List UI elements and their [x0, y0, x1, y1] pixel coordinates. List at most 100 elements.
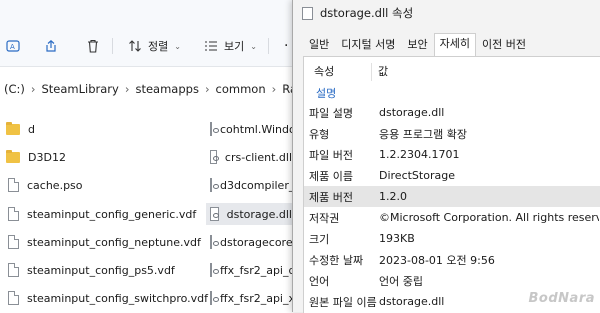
- list-item-dll[interactable]: dstoragecore.: [210, 231, 292, 253]
- property-value: 1.2.2304.1701: [379, 148, 460, 161]
- rename-button[interactable]: A: [6, 36, 20, 56]
- file-name: d: [28, 122, 35, 136]
- share-button[interactable]: [44, 36, 58, 56]
- details-row[interactable]: 저작권 ©Microsoft Corporation. All rights r…: [304, 207, 600, 228]
- details-row[interactable]: 크기 193KB: [304, 228, 600, 249]
- section-heading-description: 설명: [316, 87, 337, 100]
- file-name: cohtml.Windo: [220, 122, 292, 136]
- view-button[interactable]: 보기 ⌄: [204, 36, 257, 56]
- file-name: steaminput_config_neptune.vdf: [27, 235, 201, 249]
- chevron-right-icon: ›: [30, 82, 36, 96]
- property-name: 파일 설명: [309, 106, 353, 120]
- dialog-tabs: 일반 디지털 서명 보안 자세히 이전 버전: [303, 33, 532, 56]
- tab-details[interactable]: 자세히: [433, 33, 476, 56]
- details-row[interactable]: 유형 응용 프로그램 확장: [304, 123, 600, 144]
- property-value: ©Microsoft Corporation. All rights reser…: [379, 211, 599, 224]
- more-dots-icon: ·: [284, 38, 289, 54]
- list-item-folder[interactable]: d: [6, 118, 35, 140]
- details-panel: 속성 값 설명 파일 설명 dstorage.dll 유형 응용 프로그램 확장…: [303, 56, 600, 313]
- property-value: dstorage.dll: [379, 106, 445, 119]
- column-header-value[interactable]: 값: [372, 63, 388, 81]
- tab-previous-versions[interactable]: 이전 버전: [476, 34, 532, 55]
- file-name: dstoragecore.: [220, 235, 292, 249]
- tab-security[interactable]: 보안: [401, 34, 433, 55]
- column-header-property[interactable]: 속성: [304, 63, 372, 81]
- dialog-title: dstorage.dll 속성: [320, 6, 414, 20]
- list-item-file[interactable]: cache.pso: [8, 174, 83, 196]
- file-name: steaminput_config_ps5.vdf: [27, 263, 175, 277]
- properties-dialog: dstorage.dll 속성 일반 디지털 서명 보안 자세히 이전 버전 속…: [292, 0, 600, 313]
- property-name: 유형: [309, 127, 330, 141]
- chevron-right-icon: ›: [204, 82, 210, 96]
- property-value: 언어 중립: [379, 274, 423, 288]
- toolbar-divider: [112, 38, 113, 54]
- file-icon: [8, 263, 19, 277]
- share-icon: [46, 39, 56, 52]
- dll-file-icon: [302, 6, 313, 20]
- details-row[interactable]: 파일 설명 dstorage.dll: [304, 102, 600, 123]
- dll-file-icon: [210, 178, 219, 192]
- list-item-dll[interactable]: ffx_fsr2_api_x6: [210, 287, 292, 309]
- delete-button[interactable]: [86, 36, 100, 56]
- property-value: 1.2.0: [379, 190, 407, 203]
- details-row[interactable]: 제품 이름 DirectStorage: [304, 165, 600, 186]
- breadcrumb-drive[interactable]: (C:): [4, 82, 25, 96]
- dll-file-icon: [210, 122, 219, 136]
- file-name: steaminput_config_generic.vdf: [27, 207, 197, 221]
- svg-text:A: A: [10, 43, 15, 51]
- property-value: DirectStorage: [379, 169, 455, 182]
- list-item-dll[interactable]: d3dcompiler_: [210, 174, 292, 196]
- property-name: 제품 버전: [309, 190, 353, 204]
- details-row[interactable]: 파일 버전 1.2.2304.1701: [304, 144, 600, 165]
- file-name: dstorage.dll: [226, 207, 292, 221]
- list-item-file[interactable]: steaminput_config_switchpro.vdf: [8, 287, 208, 309]
- dll-file-icon: [210, 207, 219, 221]
- rename-icon: A: [6, 40, 20, 52]
- view-list-icon: [205, 41, 217, 51]
- dialog-titlebar[interactable]: dstorage.dll 속성: [293, 0, 600, 26]
- list-item-file[interactable]: steaminput_config_neptune.vdf: [8, 231, 201, 253]
- dll-file-icon: [210, 263, 219, 277]
- folder-icon: [6, 149, 20, 163]
- file-icon: [8, 207, 19, 221]
- file-name: cache.pso: [27, 178, 83, 192]
- sort-button[interactable]: 정렬 ⌄: [128, 36, 181, 56]
- file-name: steaminput_config_switchpro.vdf: [27, 291, 209, 305]
- folder-icon: [6, 121, 20, 135]
- file-name: d3dcompiler_: [220, 178, 292, 192]
- details-row[interactable]: 언어 언어 중립: [304, 270, 600, 291]
- list-item-folder[interactable]: D3D12: [6, 146, 66, 168]
- tab-general[interactable]: 일반: [303, 34, 335, 55]
- property-name: 제품 이름: [309, 169, 353, 183]
- property-value: 응용 프로그램 확장: [379, 127, 467, 141]
- list-item-file[interactable]: steaminput_config_generic.vdf: [8, 203, 196, 225]
- property-name: 크기: [309, 232, 330, 246]
- list-item-dll[interactable]: crs-client.dll: [210, 146, 292, 168]
- list-item-dll[interactable]: ffx_fsr2_api_dx: [210, 259, 292, 281]
- chevron-right-icon: ›: [124, 82, 130, 96]
- tab-digital-signatures[interactable]: 디지털 서명: [335, 34, 401, 55]
- property-name: 수정한 날짜: [309, 253, 364, 267]
- breadcrumb-steamlibrary[interactable]: SteamLibrary: [42, 82, 119, 96]
- breadcrumb-common[interactable]: common: [216, 82, 266, 96]
- chevron-right-icon: ›: [271, 82, 277, 96]
- list-item-dll[interactable]: cohtml.Windo: [210, 118, 292, 140]
- watermark: BodNara: [528, 291, 595, 306]
- more-options-button[interactable]: ·: [284, 36, 288, 56]
- file-icon: [8, 291, 19, 305]
- file-name: ffx_fsr2_api_dx: [220, 263, 292, 277]
- property-value: dstorage.dll: [379, 295, 445, 308]
- breadcrumb-steamapps[interactable]: steamapps: [135, 82, 198, 96]
- file-name: crs-client.dll: [224, 150, 292, 164]
- property-name: 저작권: [309, 211, 340, 225]
- property-name: 파일 버전: [309, 148, 353, 162]
- file-name: D3D12: [28, 150, 66, 164]
- list-item-dll-selected[interactable]: dstorage.dll: [206, 203, 292, 225]
- details-row[interactable]: 수정한 날짜 2023-08-01 오전 9:56: [304, 249, 600, 270]
- sort-icon: [129, 40, 141, 52]
- sort-label: 정렬: [148, 40, 169, 53]
- details-row-highlighted[interactable]: 제품 버전 1.2.0: [304, 186, 600, 207]
- list-item-file[interactable]: steaminput_config_ps5.vdf: [8, 259, 175, 281]
- toolbar-divider: [268, 38, 269, 54]
- dll-file-icon: [210, 235, 219, 249]
